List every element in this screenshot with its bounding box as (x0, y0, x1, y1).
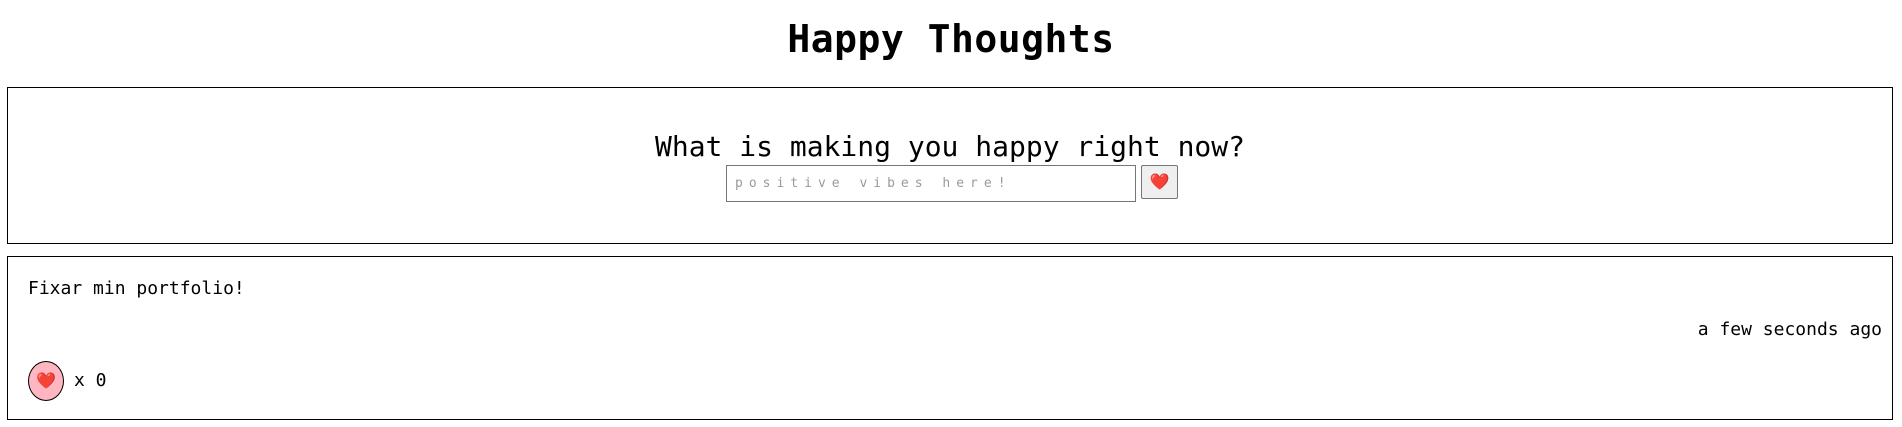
heart-icon: ❤️ (1149, 172, 1170, 191)
thought-input[interactable] (726, 165, 1136, 202)
heart-icon: ❤️ (36, 371, 56, 390)
send-thought-button[interactable]: ❤️ (1141, 165, 1178, 199)
form-question: What is making you happy right now? (654, 130, 1245, 163)
like-button[interactable]: ❤️ (28, 361, 64, 401)
like-count: x 0 (74, 370, 107, 391)
thought-message: Fixar min portfolio! (28, 278, 245, 299)
thought-form: What is making you happy right now? ❤️ (7, 87, 1893, 244)
thought-card: Fixar min portfolio! a few seconds ago ❤… (7, 256, 1893, 420)
page-title: Happy Thoughts (787, 17, 1115, 61)
page: Happy Thoughts What is making you happy … (0, 0, 1902, 427)
thought-timestamp: a few seconds ago (1697, 319, 1882, 340)
